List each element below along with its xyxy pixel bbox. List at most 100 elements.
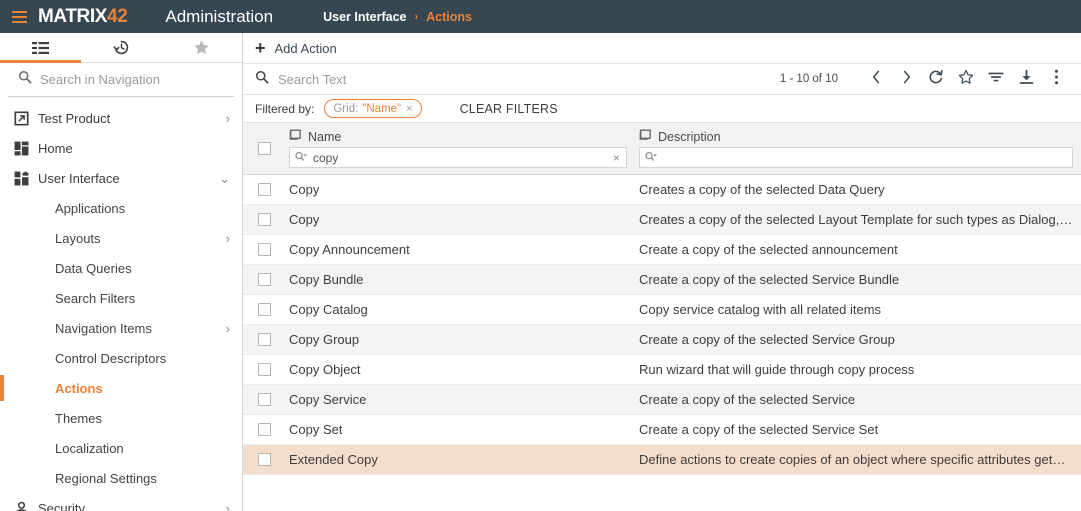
column-filter-name[interactable]: copy × [289,147,627,168]
add-action-label: Add Action [274,40,337,56]
next-page-button[interactable] [891,65,921,93]
row-checkbox[interactable] [257,363,271,376]
row-cell-name: Copy Service [289,392,367,407]
chevron-right-icon: › [225,500,230,511]
refresh-button[interactable] [921,65,951,93]
menu-hamburger-icon[interactable] [0,0,38,33]
navigation-list: Test Product › Home User Interface ⌄ App… [0,97,242,511]
row-checkbox[interactable] [257,213,271,226]
add-action-button[interactable]: + Add Action [255,39,337,57]
row-checkbox[interactable] [257,393,271,406]
sidebar-item-layouts[interactable]: Layouts › [0,223,242,253]
table-row[interactable]: Copy Group Create a copy of the selected… [243,325,1081,355]
logo-text-accent: 42 [107,5,128,27]
table-row-selected[interactable]: Extended Copy Define actions to create c… [243,445,1081,475]
row-cell-name: Copy Set [289,422,343,437]
sidebar-tab-favorites[interactable] [161,33,242,62]
sidebar-item-label: Actions [55,380,103,396]
chevron-right-icon: › [225,230,230,246]
sidebar-item-test-product[interactable]: Test Product › [0,103,242,133]
row-select-cell [243,385,285,414]
row-cell-name: Copy Group [289,332,360,347]
refresh-icon [928,69,944,90]
grid-body: Copy Creates a copy of the selected Data… [243,175,1081,511]
sidebar-item-actions[interactable]: Actions [0,373,242,403]
table-row[interactable]: Copy Service Create a copy of the select… [243,385,1081,415]
sidebar-item-home[interactable]: Home [0,133,242,163]
row-checkbox[interactable] [257,423,271,436]
row-checkbox[interactable] [257,273,271,286]
sidebar-item-security[interactable]: Security › [0,493,242,511]
row-checkbox[interactable] [257,333,271,346]
search-dropdown-icon[interactable] [295,149,309,167]
table-row[interactable]: Copy Catalog Copy service catalog with a… [243,295,1081,325]
table-row[interactable]: Copy Creates a copy of the selected Data… [243,175,1081,205]
search-text-input[interactable]: Search Text [278,72,771,87]
breadcrumb-item-user-interface[interactable]: User Interface [323,10,406,24]
row-checkbox[interactable] [257,243,271,256]
row-cell-name: Copy Catalog [289,302,368,317]
clear-filter-name-icon[interactable]: × [611,151,622,165]
filter-button[interactable] [981,65,1011,93]
more-options-button[interactable] [1041,65,1071,93]
sidebar-tab-history[interactable] [81,33,162,62]
navigation-search-input[interactable]: Search in Navigation [40,72,160,87]
sidebar-item-themes[interactable]: Themes [0,403,242,433]
row-checkbox[interactable] [257,183,271,196]
column-filter-name-value[interactable]: copy [313,151,607,165]
table-row[interactable]: Copy Creates a copy of the selected Layo… [243,205,1081,235]
sidebar-item-regional-settings[interactable]: Regional Settings [0,463,242,493]
sidebar-item-label: Search Filters [55,290,136,306]
row-checkbox[interactable] [257,303,271,316]
favorite-button[interactable] [951,65,981,93]
table-row[interactable]: Copy Bundle Create a copy of the selecte… [243,265,1081,295]
column-header-name[interactable]: Name [289,129,627,144]
next-page-icon [902,70,911,89]
search-toolbar: Search Text 1 - 10 of 10 [243,64,1081,95]
sidebar-item-label: Test Product [38,110,111,126]
text-column-icon [289,129,301,144]
row-cell-description: Create a copy of the selected Service Se… [639,422,879,437]
row-cell-description: Creates a copy of the selected Layout Te… [639,212,1073,227]
table-row[interactable]: Copy Announcement Create a copy of the s… [243,235,1081,265]
sidebar-item-applications[interactable]: Applications [0,193,242,223]
search-dropdown-icon[interactable] [645,149,659,167]
matrix42-logo[interactable]: MATRIX 42 [38,5,128,28]
sidebar-item-search-filters[interactable]: Search Filters [0,283,242,313]
row-select-cell [243,205,285,234]
row-cell-name: Copy Announcement [289,242,410,257]
list-icon [31,41,49,55]
navigation-search[interactable]: Search in Navigation [8,63,234,97]
row-cell-description: Create a copy of the selected Service Bu… [639,272,900,287]
previous-page-button[interactable] [861,65,891,93]
select-all-checkbox[interactable] [257,142,271,155]
sidebar-tab-navigation[interactable] [0,33,81,63]
table-row[interactable]: Copy Object Run wizard that will guide t… [243,355,1081,385]
dashboard-grid-icon [14,141,38,156]
sidebar-item-control-descriptors[interactable]: Control Descriptors [0,343,242,373]
filter-chip-value: "Name" [362,102,402,115]
logo-text-main: MATRIX [38,5,108,27]
clear-filters-button[interactable]: CLEAR FILTERS [460,102,558,116]
sidebar-item-label: Localization [55,440,124,456]
row-checkbox[interactable] [257,453,271,466]
export-button[interactable] [1011,65,1041,93]
column-header-description[interactable]: Description [639,129,1073,144]
sidebar-item-data-queries[interactable]: Data Queries [0,253,242,283]
filter-chip-grid-name[interactable]: Grid: "Name" × [324,99,422,118]
filtered-by-label: Filtered by: [255,101,315,116]
row-select-cell [243,445,285,474]
sidebar-item-localization[interactable]: Localization [0,433,242,463]
row-cell-description: Run wizard that will guide through copy … [639,362,915,377]
row-cell-description: Creates a copy of the selected Data Quer… [639,182,885,197]
sidebar-item-navigation-items[interactable]: Navigation Items › [0,313,242,343]
sidebar-item-user-interface[interactable]: User Interface ⌄ [0,163,242,193]
favorite-star-icon [958,69,974,90]
column-description: Description [635,123,1081,174]
close-icon[interactable]: × [406,103,412,115]
search-icon [255,70,269,89]
top-header: MATRIX 42 Administration User Interface ›… [0,0,1081,33]
column-filter-description[interactable] [639,147,1073,168]
breadcrumb-item-actions[interactable]: Actions [426,10,472,24]
table-row[interactable]: Copy Set Create a copy of the selected S… [243,415,1081,445]
